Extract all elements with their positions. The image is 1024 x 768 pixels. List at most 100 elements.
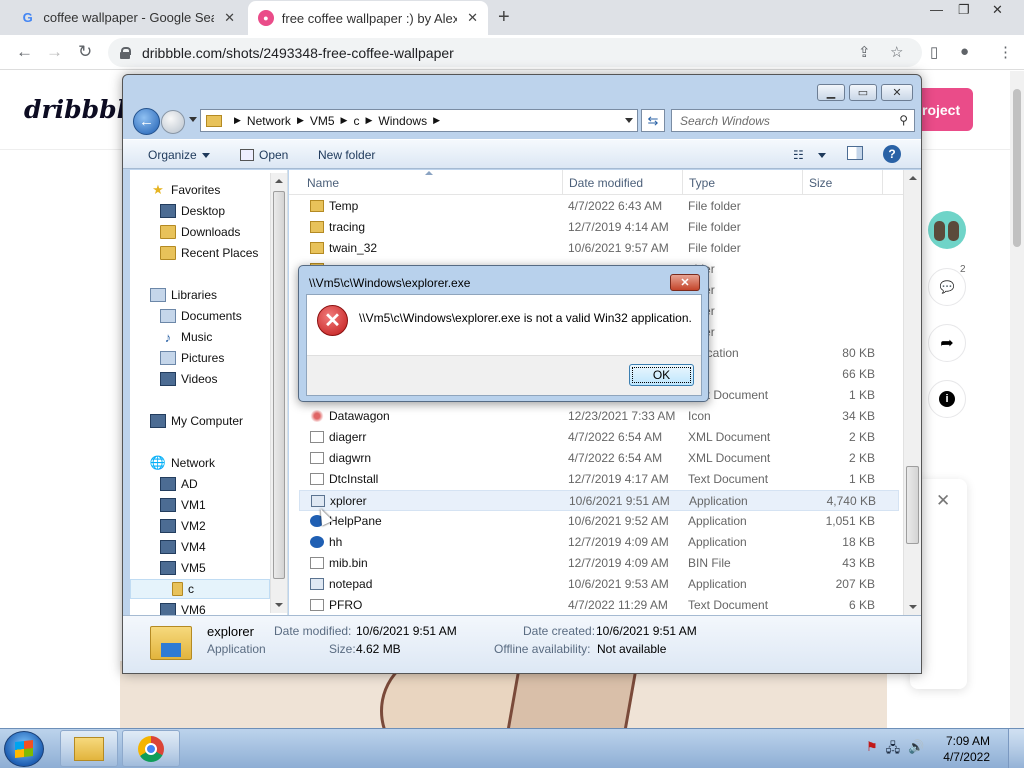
breadcrumb-vm5[interactable]: VM5 xyxy=(310,114,335,128)
file-row[interactable]: Temp 4/7/2022 6:43 AM File folder xyxy=(299,196,899,217)
action-center-flag-icon[interactable]: ⚑ xyxy=(866,739,878,761)
nav-pictures[interactable]: Pictures xyxy=(160,348,224,368)
column-type[interactable]: Type xyxy=(683,170,803,195)
close-window-icon[interactable]: ✕ xyxy=(992,2,1003,18)
nav-favorites[interactable]: ★ Favorites xyxy=(150,180,220,200)
nav-ad[interactable]: AD xyxy=(160,474,198,494)
share-button[interactable]: ➦ xyxy=(928,324,966,362)
address-bar[interactable]: dribbble.com/shots/2493348-free-coffee-w… xyxy=(108,38,922,67)
nav-libraries[interactable]: Libraries xyxy=(150,285,217,305)
breadcrumb-network[interactable]: Network xyxy=(247,114,291,128)
side-panel-icon[interactable]: ▯ xyxy=(930,43,938,61)
file-row[interactable]: xplorer 10/6/2021 9:51 AM Application 4,740… xyxy=(299,490,899,511)
file-row[interactable]: mib.bin 12/7/2019 4:09 AM BIN File 43 KB xyxy=(299,553,899,574)
file-row[interactable]: hh 12/7/2019 4:09 AM Application 18 KB xyxy=(299,532,899,553)
designer-avatar[interactable] xyxy=(928,211,966,249)
page-scrollbar[interactable] xyxy=(1010,71,1024,728)
close-promo-icon[interactable]: ✕ xyxy=(936,491,950,511)
taskbar-explorer[interactable] xyxy=(60,730,118,767)
forward-arrow-icon[interactable]: → xyxy=(46,42,63,62)
nav-recent-places[interactable]: Recent Places xyxy=(160,243,258,263)
file-row[interactable]: twain_32 10/6/2021 9:57 AM File folder xyxy=(299,238,899,259)
breadcrumb-separator-icon[interactable]: ▶ xyxy=(365,115,372,126)
search-windows-input[interactable]: Search Windows ⚲ xyxy=(671,109,915,132)
nav-vm6[interactable]: VM6 xyxy=(160,600,206,615)
start-button[interactable] xyxy=(4,731,44,767)
share-icon[interactable]: ⇪ xyxy=(858,43,871,61)
nav-desktop[interactable]: Desktop xyxy=(160,201,225,221)
file-row[interactable]: HelpPane 10/6/2021 9:52 AM Application 1,05… xyxy=(299,511,899,532)
nav-vm5[interactable]: VM5 xyxy=(160,558,206,578)
explorer-address-bar[interactable]: ▶ Network ▶ VM5 ▶ c ▶ Windows ▶ xyxy=(200,109,638,132)
nav-vm2[interactable]: VM2 xyxy=(160,516,206,536)
file-row[interactable]: tracing 12/7/2019 4:14 AM File folder xyxy=(299,217,899,238)
file-row[interactable]: diagerr 4/7/2022 6:54 AM XML Document 2 KB xyxy=(299,427,899,448)
breadcrumb-separator-icon[interactable]: ▶ xyxy=(234,115,241,126)
column-name[interactable]: Name xyxy=(301,170,563,195)
help-button[interactable]: ? xyxy=(883,145,901,163)
explorer-close-button[interactable]: ✕ xyxy=(881,84,913,101)
file-list-scrollbar[interactable] xyxy=(903,170,921,615)
breadcrumb-windows[interactable]: Windows xyxy=(378,114,427,128)
recent-pages-dropdown-icon[interactable] xyxy=(189,117,197,122)
navigation-scrollbar[interactable] xyxy=(270,173,287,613)
menu-dots-icon[interactable]: ⋮ xyxy=(998,43,1013,61)
scroll-up-icon[interactable] xyxy=(909,176,917,180)
network-status-icon[interactable]: 🖧 xyxy=(886,739,901,761)
organize-button[interactable]: Organize xyxy=(148,148,210,162)
explorer-maximize-button[interactable]: ▭ xyxy=(849,84,877,101)
scroll-thumb[interactable] xyxy=(273,191,285,579)
nav-my-computer[interactable]: My Computer xyxy=(150,411,243,431)
change-view-button[interactable]: ☷ xyxy=(793,148,826,162)
file-row[interactable]: diagwrn 4/7/2022 6:54 AM XML Document 2 KB xyxy=(299,448,899,469)
nav-vm1[interactable]: VM1 xyxy=(160,495,206,515)
info-button[interactable]: i xyxy=(928,380,966,418)
nav-vm4[interactable]: VM4 xyxy=(160,537,206,557)
file-row[interactable]: PFRO 4/7/2022 11:29 AM Text Document 6 KB xyxy=(299,595,899,615)
column-date-modified[interactable]: Date modified xyxy=(563,170,683,195)
tab-google-search[interactable]: G coffee wallpaper - Google Search ✕ xyxy=(10,0,245,35)
file-row[interactable]: notepad 10/6/2021 9:53 AM Application 207 K… xyxy=(299,574,899,595)
search-icon[interactable]: ⚲ xyxy=(899,113,908,127)
explorer-forward-button[interactable] xyxy=(161,110,185,134)
scroll-up-icon[interactable] xyxy=(275,179,283,183)
nav-documents[interactable]: Documents xyxy=(160,306,242,326)
dialog-close-button[interactable]: ✕ xyxy=(670,274,700,291)
tab-dribbble-shot[interactable]: ● free coffee wallpaper :) by Alexis ✕ xyxy=(248,1,488,35)
back-arrow-icon[interactable]: ← xyxy=(16,42,33,62)
explorer-minimize-button[interactable]: ▁ xyxy=(817,84,845,101)
show-desktop-button[interactable] xyxy=(1008,729,1024,768)
bookmark-star-icon[interactable]: ☆ xyxy=(890,43,903,61)
breadcrumb-separator-icon[interactable]: ▶ xyxy=(297,115,304,126)
close-tab-icon[interactable]: ✕ xyxy=(467,10,478,26)
profile-avatar-icon[interactable]: ● xyxy=(960,43,969,60)
address-dropdown-icon[interactable] xyxy=(621,110,637,131)
nav-downloads[interactable]: Downloads xyxy=(160,222,240,242)
close-tab-icon[interactable]: ✕ xyxy=(224,10,235,26)
new-folder-button[interactable]: New folder xyxy=(318,148,375,162)
new-tab-plus-icon[interactable]: + xyxy=(498,6,510,29)
nav-videos[interactable]: Videos xyxy=(160,369,217,389)
file-row[interactable]: DtcInstall 12/7/2019 4:17 AM Text Document… xyxy=(299,469,899,490)
taskbar-chrome[interactable] xyxy=(122,730,180,767)
volume-icon[interactable]: 🔊 xyxy=(908,739,924,761)
breadcrumb-c[interactable]: c xyxy=(353,114,359,128)
nav-music[interactable]: ♪ Music xyxy=(160,327,213,347)
scroll-thumb[interactable] xyxy=(906,466,919,544)
system-clock[interactable]: 7:09 AM 4/7/2022 xyxy=(930,733,990,765)
breadcrumb-separator-icon[interactable]: ▶ xyxy=(341,115,348,126)
scroll-down-icon[interactable] xyxy=(275,603,283,607)
nav-share-c[interactable]: c xyxy=(130,579,270,599)
preview-pane-button[interactable] xyxy=(847,146,863,160)
minimize-window-icon[interactable]: — xyxy=(930,2,943,17)
breadcrumb-separator-icon[interactable]: ▶ xyxy=(433,115,440,126)
column-size[interactable]: Size xyxy=(803,170,883,195)
ok-button[interactable]: OK xyxy=(629,364,694,386)
file-row[interactable]: Datawagon 12/23/2021 7:33 AM Icon 34 KB xyxy=(299,406,899,427)
open-button[interactable]: Open xyxy=(240,148,288,162)
scroll-down-icon[interactable] xyxy=(909,605,917,609)
refresh-button[interactable]: ⇆ xyxy=(641,109,665,132)
nav-network[interactable]: 🌐 Network xyxy=(150,453,215,473)
explorer-back-button[interactable]: ← xyxy=(133,108,160,135)
reload-icon[interactable]: ↻ xyxy=(78,42,92,62)
